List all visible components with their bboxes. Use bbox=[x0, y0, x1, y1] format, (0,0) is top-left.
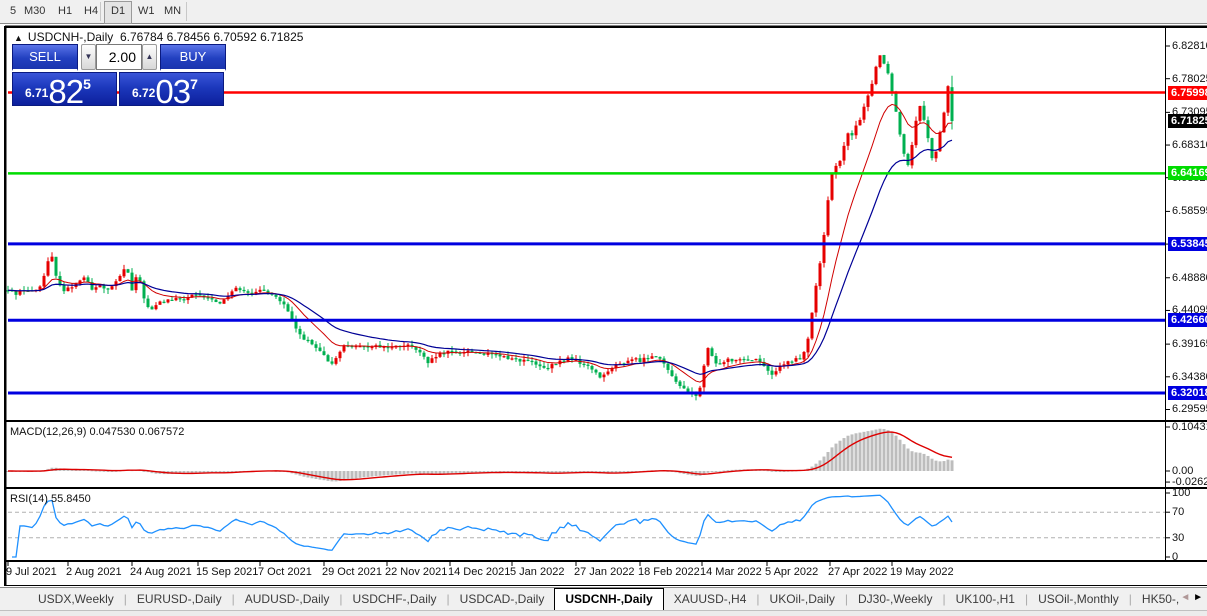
symbol-period-label: USDCNH-,Daily bbox=[27, 30, 114, 44]
ohlc-values: 6.76784 6.78456 6.70592 6.71825 bbox=[119, 30, 304, 44]
chart-tab-usdcaddaily[interactable]: USDCAD-,Daily bbox=[450, 588, 555, 610]
rsi-axis-tick: 100 bbox=[1172, 487, 1191, 499]
chart-tab-usdcnhdaily[interactable]: USDCNH-,Daily bbox=[554, 588, 664, 610]
chart-tab-eurusddaily[interactable]: EURUSD-,Daily bbox=[127, 588, 232, 610]
sell-price-small: 6.71 bbox=[25, 86, 49, 100]
price-level-badge[interactable]: 6.42660 bbox=[1168, 313, 1207, 328]
macd-name: MACD(12,26,9) bbox=[10, 426, 87, 438]
chart-tab-usdxweekly[interactable]: USDX,Weekly bbox=[28, 588, 124, 610]
rsi-value: 55.8450 bbox=[50, 493, 91, 505]
tab-scroll-left-icon[interactable]: ◄ bbox=[1180, 592, 1190, 603]
price-level-badge[interactable]: 6.53845 bbox=[1168, 236, 1207, 251]
date-axis-label: 14 Dec 2021 bbox=[448, 566, 511, 578]
chevron-up-icon: ▲ bbox=[145, 52, 154, 61]
date-axis-label: 24 Aug 2021 bbox=[130, 566, 192, 578]
price-level-badge[interactable]: 6.32018 bbox=[1168, 385, 1207, 400]
buy-price-display[interactable]: 6.72037 bbox=[119, 72, 224, 106]
date-axis-label: 5 Jan 2022 bbox=[510, 566, 565, 578]
date-axis-label: 29 Oct 2021 bbox=[322, 566, 382, 578]
chart-tab-bar: USDX,Weekly | EURUSD-,Daily | AUDUSD-,Daily |… bbox=[0, 587, 1207, 610]
macd-indicator-label: MACD(12,26,9) 0.047530 0.067572 bbox=[10, 426, 184, 438]
date-axis-label: 27 Apr 2022 bbox=[828, 566, 888, 578]
status-strip bbox=[0, 610, 1207, 616]
volume-control: ▼ 2.00 ▲ bbox=[81, 44, 157, 71]
date-axis-label: 15 Sep 2021 bbox=[196, 566, 259, 578]
rsi-indicator-label: RSI(14) 55.8450 bbox=[10, 493, 91, 505]
macd-signal-value: 0.067572 bbox=[138, 426, 185, 438]
volume-increase-button[interactable]: ▲ bbox=[142, 44, 157, 70]
rsi-name: RSI(14) bbox=[10, 493, 48, 505]
date-axis-label: 19 May 2022 bbox=[890, 566, 954, 578]
tab-scroll-right-icon[interactable]: ► bbox=[1193, 592, 1203, 603]
chart-tab-xauusdh4[interactable]: XAUUSD-,H4 bbox=[664, 588, 757, 610]
date-axis-label: 22 Nov 2021 bbox=[385, 566, 448, 578]
price-level-badge[interactable]: 6.75998 bbox=[1168, 85, 1207, 100]
date-axis-label: 18 Feb 2022 bbox=[638, 566, 700, 578]
macd-main-value: 0.047530 bbox=[89, 426, 136, 438]
date-axis-label: 9 Jul 2021 bbox=[6, 566, 57, 578]
date-axis-label: 2 Aug 2021 bbox=[66, 566, 122, 578]
macd-axis-tick: 0.104313 bbox=[1172, 421, 1207, 433]
chart-tab-usdchfdaily[interactable]: USDCHF-,Daily bbox=[343, 588, 447, 610]
date-axis-label: 14 Mar 2022 bbox=[700, 566, 762, 578]
chart-tab-uk100h1[interactable]: UK100-,H1 bbox=[946, 588, 1025, 610]
one-click-trading-panel: SELL ▼ 2.00 ▲ BUY 6.71825 6.72037 bbox=[12, 44, 226, 106]
current-price-badge: 6.71825 bbox=[1168, 114, 1207, 129]
date-axis-label: 27 Jan 2022 bbox=[574, 566, 635, 578]
sell-price-big: 82 bbox=[48, 73, 84, 106]
collapse-arrow-icon[interactable]: ▲ bbox=[14, 33, 23, 43]
buy-price-small: 6.72 bbox=[132, 86, 156, 100]
chart-tab-audusddaily[interactable]: AUDUSD-,Daily bbox=[235, 588, 340, 610]
buy-price-big: 03 bbox=[155, 73, 191, 106]
price-axis-tick: 6.29595 bbox=[1172, 403, 1207, 416]
price-axis-tick: 6.34380 bbox=[1172, 370, 1207, 383]
price-axis-tick: 6.58595 bbox=[1172, 205, 1207, 218]
mt4-window: 5 M30 H1 H4 D1 W1 MN ▲ USDCNH-,Daily 6.76784 6.… bbox=[0, 0, 1207, 616]
price-axis-tick: 6.78025 bbox=[1172, 72, 1207, 85]
sell-price-sup: 5 bbox=[83, 76, 91, 92]
chart-tab-ukoildaily[interactable]: UKOil-,Daily bbox=[760, 588, 845, 610]
chevron-down-icon: ▼ bbox=[84, 52, 93, 61]
buy-price-sup: 7 bbox=[190, 76, 198, 92]
volume-decrease-button[interactable]: ▼ bbox=[81, 44, 96, 70]
rsi-axis-tick: 30 bbox=[1172, 531, 1185, 544]
date-axis-label: 5 Apr 2022 bbox=[765, 566, 819, 578]
price-level-badge[interactable]: 6.64169 bbox=[1168, 166, 1207, 181]
price-axis-tick: 6.82810 bbox=[1172, 40, 1207, 52]
tab-scroll-buttons: ◄ ► bbox=[1180, 592, 1203, 603]
date-axis-label: 7 Oct 2021 bbox=[258, 566, 312, 578]
price-axis-tick: 6.39165 bbox=[1172, 338, 1207, 351]
volume-input[interactable]: 2.00 bbox=[96, 44, 142, 70]
price-axis-tick: 6.68310 bbox=[1172, 139, 1207, 152]
sell-price-display[interactable]: 6.71825 bbox=[12, 72, 117, 106]
buy-button[interactable]: BUY bbox=[160, 44, 226, 71]
chart-title: ▲ USDCNH-,Daily 6.76784 6.78456 6.70592 6… bbox=[14, 30, 303, 44]
rsi-axis-tick: 70 bbox=[1172, 506, 1185, 519]
price-axis-tick: 6.48880 bbox=[1172, 271, 1207, 284]
chart-tab-dj30weekly[interactable]: DJ30-,Weekly bbox=[848, 588, 942, 610]
rsi-axis-tick: 0 bbox=[1172, 551, 1179, 563]
chart-tab-usoilmonthly[interactable]: USOil-,Monthly bbox=[1028, 588, 1129, 610]
sell-button[interactable]: SELL bbox=[12, 44, 78, 71]
